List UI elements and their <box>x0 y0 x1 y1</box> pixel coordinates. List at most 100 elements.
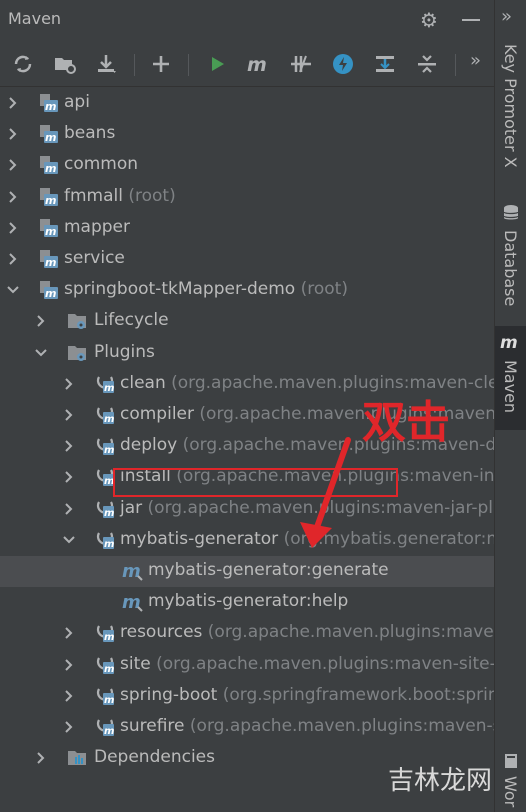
toolbar-separator <box>188 54 189 76</box>
tree-node-label: spring-boot (org.springframework.boot:sp… <box>120 685 494 705</box>
maven-plugin-icon: m <box>94 654 116 676</box>
toolbar-separator <box>134 54 135 76</box>
node-name: spring-boot <box>120 684 218 705</box>
plugin-node[interactable]: m surefire (org.apache.maven.plugins:mave… <box>0 712 494 743</box>
node-hint: (org.mybatis.generator:myb <box>283 528 494 549</box>
tree-node-label: mybatis-generator:help <box>148 591 348 611</box>
project-node[interactable]: m service <box>0 244 494 275</box>
chevron-down-icon[interactable] <box>62 532 76 546</box>
svg-text:m: m <box>122 561 141 582</box>
chevron-right-icon[interactable] <box>62 657 76 671</box>
tree-node-label: mybatis-generator (org.mybatis.generator… <box>120 529 494 549</box>
chevron-right-icon[interactable] <box>6 126 20 140</box>
chevron-right-icon[interactable] <box>62 407 76 421</box>
show-dependencies-icon[interactable] <box>370 46 400 82</box>
chevron-right-icon[interactable] <box>62 438 76 452</box>
maven-project-icon: m <box>38 217 60 239</box>
chevron-right-icon[interactable] <box>6 251 20 265</box>
watermark-text: 吉林龙网 <box>388 766 493 796</box>
minimize-icon[interactable] <box>462 19 480 21</box>
chevron-down-icon[interactable] <box>6 282 20 296</box>
node-name: service <box>64 248 125 268</box>
chevron-right-icon[interactable] <box>6 157 20 172</box>
tree-node-label: beans <box>64 123 115 143</box>
chevron-right-icon[interactable] <box>34 313 48 328</box>
node-name: clean <box>120 372 166 393</box>
project-node[interactable]: m beans <box>0 119 494 150</box>
plugin-node[interactable]: m jar (org.apache.maven.plugins:maven-jar… <box>0 494 494 525</box>
svg-text:m: m <box>104 664 114 675</box>
maven-plugin-icon: m <box>94 404 116 426</box>
lifecycle-node[interactable]: Lifecycle <box>0 306 494 337</box>
node-name: mybatis-generator <box>120 528 279 549</box>
project-node[interactable]: m api <box>0 88 494 119</box>
chevron-right-icon[interactable] <box>6 189 20 203</box>
tab-database[interactable]: Database <box>495 200 526 310</box>
reload-all-icon[interactable] <box>8 46 38 82</box>
node-name: jar <box>120 497 143 518</box>
svg-text:m: m <box>45 225 56 238</box>
node-hint: (org.apache.maven.plugins:maven-jar-plug <box>147 497 494 518</box>
tree-node-label: mybatis-generator:generate <box>148 560 389 580</box>
chevron-down-icon[interactable] <box>34 345 48 359</box>
chevron-right-icon[interactable] <box>34 750 48 764</box>
plugins-node[interactable]: Plugins <box>0 338 494 369</box>
project-node[interactable]: m mapper <box>0 213 494 244</box>
double-click-annotation: 双击 <box>362 397 450 448</box>
svg-text:m: m <box>104 726 114 737</box>
project-node[interactable]: m common <box>0 150 494 181</box>
strip-more-icon[interactable]: » <box>501 6 512 27</box>
maven-plugin-icon: m <box>94 373 116 395</box>
plugin-node[interactable]: m resources (org.apache.maven.plugins:mav… <box>0 618 494 649</box>
svg-text:m: m <box>104 508 114 519</box>
svg-text:m: m <box>500 333 518 352</box>
plugin-node[interactable]: m site (org.apache.maven.plugins:maven-si… <box>0 650 494 681</box>
maven-project-icon: m <box>38 248 60 270</box>
add-maven-project-icon[interactable] <box>146 46 176 82</box>
chevron-right-icon[interactable] <box>62 625 76 640</box>
chevron-right-icon[interactable] <box>6 95 20 109</box>
gear-icon[interactable]: ⚙ <box>418 9 440 31</box>
svg-text:m: m <box>104 539 114 550</box>
maven-plugin-icon: m <box>94 529 116 551</box>
chevron-right-icon[interactable] <box>62 469 76 484</box>
project-node[interactable]: m springboot-tkMapper-demo (root) <box>0 275 494 306</box>
collapse-all-icon[interactable] <box>412 46 442 82</box>
toggle-offline-icon[interactable] <box>286 46 316 82</box>
tree-node-label: jar (org.apache.maven.plugins:maven-jar-… <box>120 498 494 518</box>
goal-node[interactable]: m mybatis-generator:help <box>0 587 494 618</box>
maven-project-icon: m <box>38 92 60 114</box>
node-hint: (org.springframework.boot:spring <box>222 684 494 705</box>
database-icon <box>503 205 519 220</box>
maven-goal-icon: m <box>122 560 144 582</box>
maven-project-icon: m <box>38 279 60 301</box>
tab-workspace[interactable]: Wor <box>495 748 526 812</box>
book-icon <box>505 754 517 768</box>
chevron-right-icon[interactable] <box>62 719 76 733</box>
tree-node-label: surefire (org.apache.maven.plugins:maven… <box>120 716 494 736</box>
node-hint: (org.apache.maven.plugins:maven-site-plu <box>156 653 494 674</box>
execute-goal-icon[interactable]: m <box>244 46 274 82</box>
maven-project-icon: m <box>38 186 60 208</box>
generate-sources-icon[interactable] <box>50 46 80 82</box>
download-sources-icon[interactable] <box>92 46 122 82</box>
node-hint: (root) <box>300 279 348 300</box>
chevron-right-icon[interactable] <box>62 376 76 390</box>
tree-node-label: resources (org.apache.maven.plugins:mave… <box>120 622 494 642</box>
project-node[interactable]: m fmmall (root) <box>0 182 494 213</box>
node-name: Dependencies <box>94 747 215 768</box>
skip-tests-icon[interactable] <box>328 46 358 82</box>
maven-plugin-icon: m <box>94 685 116 707</box>
chevron-right-icon[interactable] <box>62 688 76 702</box>
goal-node[interactable]: m mybatis-generator:generate <box>0 556 494 587</box>
more-actions-icon[interactable]: » <box>470 50 481 71</box>
chevron-right-icon[interactable] <box>62 501 76 515</box>
tab-key-promoter-x[interactable]: Key Promoter X <box>495 36 526 186</box>
chevron-right-icon[interactable] <box>6 220 20 234</box>
node-name: mybatis-generator:help <box>148 591 349 612</box>
svg-text:m: m <box>104 445 114 456</box>
plugin-node[interactable]: m mybatis-generator (org.mybatis.generato… <box>0 525 494 556</box>
plugin-node[interactable]: m spring-boot (org.springframework.boot:s… <box>0 681 494 712</box>
run-icon[interactable] <box>202 46 232 82</box>
tab-maven[interactable]: m Maven <box>495 326 526 430</box>
